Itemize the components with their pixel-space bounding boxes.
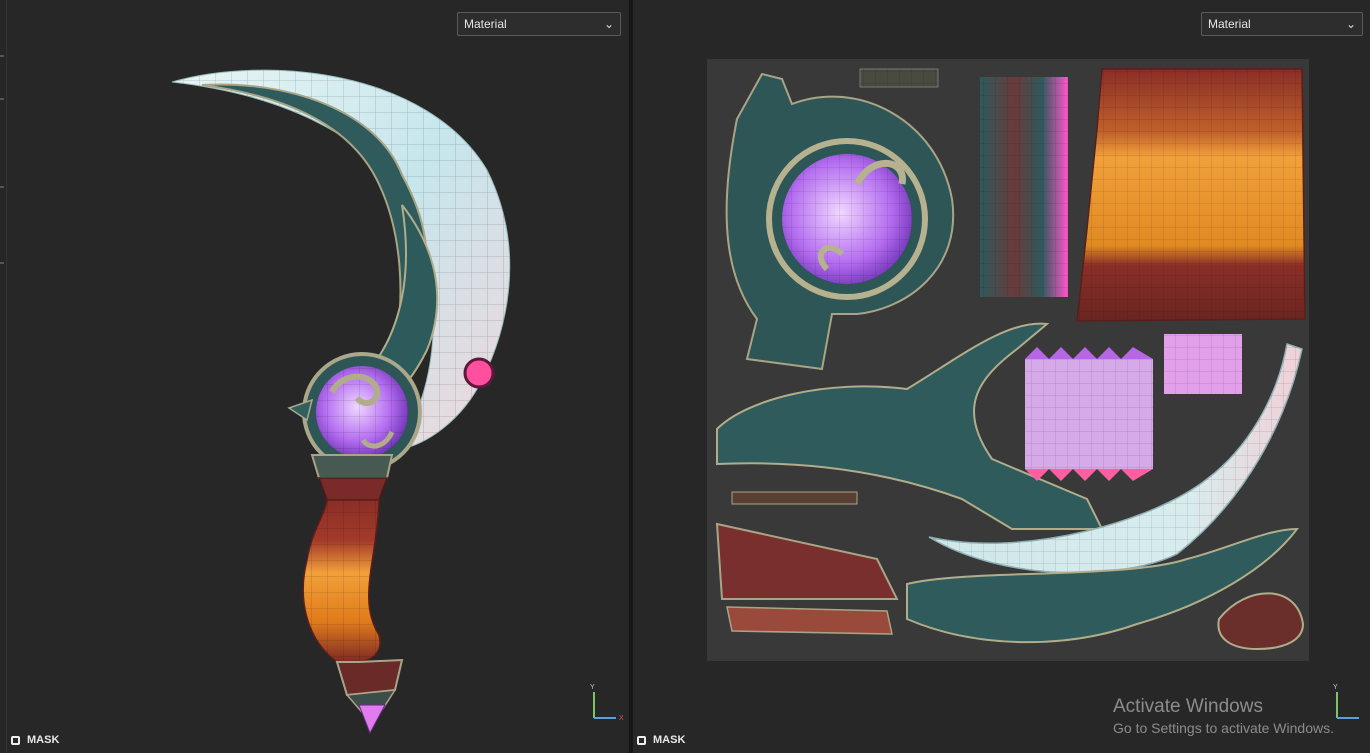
2d-uv-viewport[interactable]: Material ⌄ Y MASK (633, 0, 1370, 753)
axis-gizmo-icon: Y X (590, 684, 624, 722)
3d-viewport[interactable]: Material ⌄ Y X MASK (7, 0, 629, 753)
activate-subtitle: Go to Settings to activate Windows. (1113, 720, 1334, 736)
uv-islands (715, 68, 1306, 651)
checkbox-icon[interactable] (11, 736, 20, 745)
mask-label: MASK (653, 734, 686, 746)
mask-label: MASK (27, 734, 60, 746)
3d-model-scythe[interactable] (7, 0, 629, 753)
activate-windows-watermark: Activate Windows Go to Settings to activ… (1113, 696, 1334, 736)
dropdown-value: Material (1208, 17, 1251, 31)
activate-title: Activate Windows (1113, 696, 1263, 717)
uv-texture-canvas[interactable] (707, 59, 1309, 661)
axis-y-label: Y (590, 684, 595, 691)
axis-gizmo-icon: Y (1333, 684, 1359, 719)
chevron-down-icon: ⌄ (1345, 17, 1356, 31)
axis-x-label: X (619, 715, 624, 722)
mask-toggle-2d[interactable]: MASK (637, 733, 685, 747)
checkbox-icon[interactable] (637, 736, 646, 745)
mask-toggle-3d[interactable]: MASK (11, 733, 59, 747)
material-dropdown-2d[interactable]: Material ⌄ (1201, 12, 1363, 36)
left-toolbar-strip (0, 0, 7, 753)
axis-y-label: Y (1333, 684, 1338, 691)
